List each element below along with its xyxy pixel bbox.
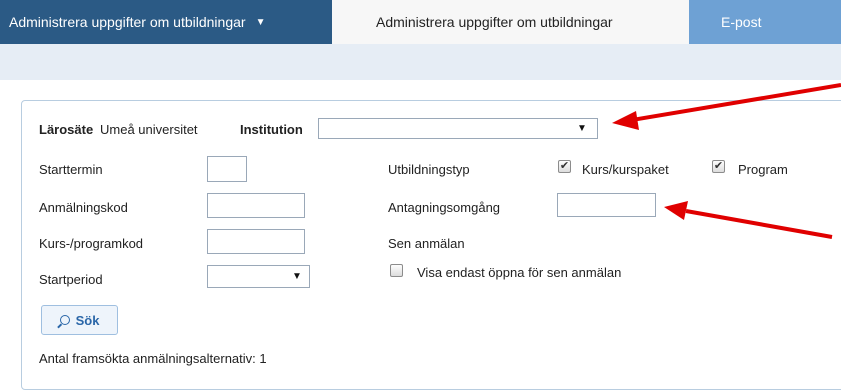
- annotation-arrow-institution: [631, 83, 841, 122]
- annotation-arrow-antagning: [685, 209, 833, 239]
- annotation-arrows: [612, 83, 841, 239]
- annotation-arrowhead-antagning: [664, 201, 688, 220]
- annotation-arrowhead-institution: [612, 111, 639, 130]
